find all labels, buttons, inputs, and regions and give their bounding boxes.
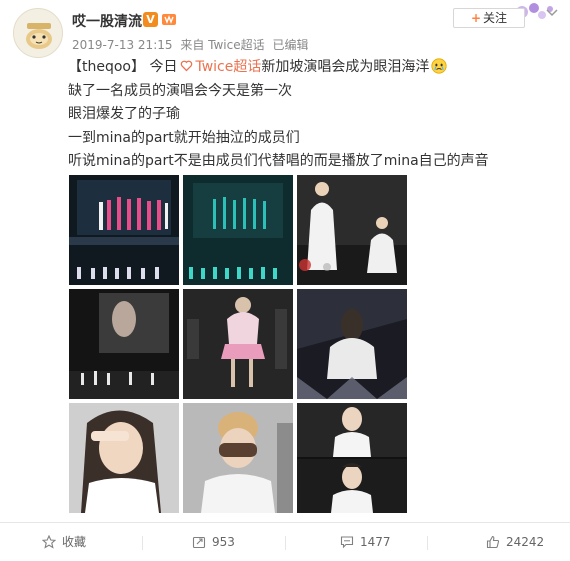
divider [142, 536, 143, 550]
post-line-1-rest: 新加坡演唱会成为眼泪海洋 [261, 59, 430, 75]
repost-button[interactable]: 953 [192, 523, 235, 561]
action-bar: 收藏 953 1477 24242 [0, 522, 570, 561]
post-source[interactable]: 来自 Twice超话 [180, 38, 264, 52]
divider [285, 536, 286, 550]
star-icon [42, 535, 56, 549]
photo-8[interactable] [183, 403, 293, 513]
photo-9[interactable] [297, 403, 407, 513]
crying-emoji-icon [431, 58, 447, 74]
member-icon[interactable] [161, 11, 177, 27]
photo-4[interactable] [69, 289, 179, 399]
weibo-post-card: 哎一股清流 V 2019-7-13 21:15 来自 Twice超话 已编辑 +… [0, 0, 570, 560]
photo-5[interactable] [183, 289, 293, 399]
favorite-label: 收藏 [62, 535, 87, 549]
post-line-2: 缺了一名成员的演唱会今天是第一次 [68, 82, 292, 99]
post-line-1: 【theqoo】 今日 Twice超话新加坡演唱会成为眼泪海洋 [68, 56, 489, 80]
photo-7[interactable] [69, 403, 179, 513]
post-line-1-prefix: 【theqoo】 今日 [68, 59, 178, 75]
follow-label: 关注 [483, 11, 508, 25]
comment-button[interactable]: 1477 [340, 523, 391, 561]
comment-icon [340, 536, 354, 549]
like-icon [486, 535, 500, 549]
avatar[interactable] [13, 8, 63, 58]
post-text: 【theqoo】 今日 Twice超话新加坡演唱会成为眼泪海洋 缺了一名成员的演唱… [68, 56, 489, 174]
comment-count: 1477 [360, 535, 391, 549]
post-line-4: 一到mina的part就开始抽泣的成员们 [68, 129, 300, 146]
topic-icon [181, 60, 193, 72]
photo-3[interactable] [297, 175, 407, 285]
post-meta: 2019-7-13 21:15 来自 Twice超话 已编辑 [72, 36, 312, 53]
photo-1[interactable] [69, 175, 179, 285]
post-line-5: 听说mina的part不是由成员们代替唱的而是播放了mina自己的声音 [68, 153, 489, 169]
edited-label: 已编辑 [272, 38, 309, 52]
author-name[interactable]: 哎一股清流 [72, 11, 142, 31]
chevron-down-icon[interactable] [545, 8, 559, 18]
like-button[interactable]: 24242 [486, 523, 544, 561]
verified-badge-icon: V [143, 12, 158, 27]
like-count: 24242 [506, 535, 545, 549]
post-line-3: 眼泪爆发了的子瑜 [68, 106, 180, 122]
favorite-button[interactable]: 收藏 [42, 523, 86, 561]
follow-button[interactable]: + 关注 [453, 8, 525, 28]
divider [427, 536, 428, 550]
topic-link[interactable]: Twice超话 [195, 59, 261, 75]
repost-count: 953 [212, 535, 235, 549]
follow-plus: + [470, 11, 482, 25]
photo-6[interactable] [297, 289, 407, 399]
photo-2[interactable] [183, 175, 293, 285]
post-time[interactable]: 2019-7-13 21:15 [72, 38, 173, 52]
repost-icon [192, 536, 206, 549]
